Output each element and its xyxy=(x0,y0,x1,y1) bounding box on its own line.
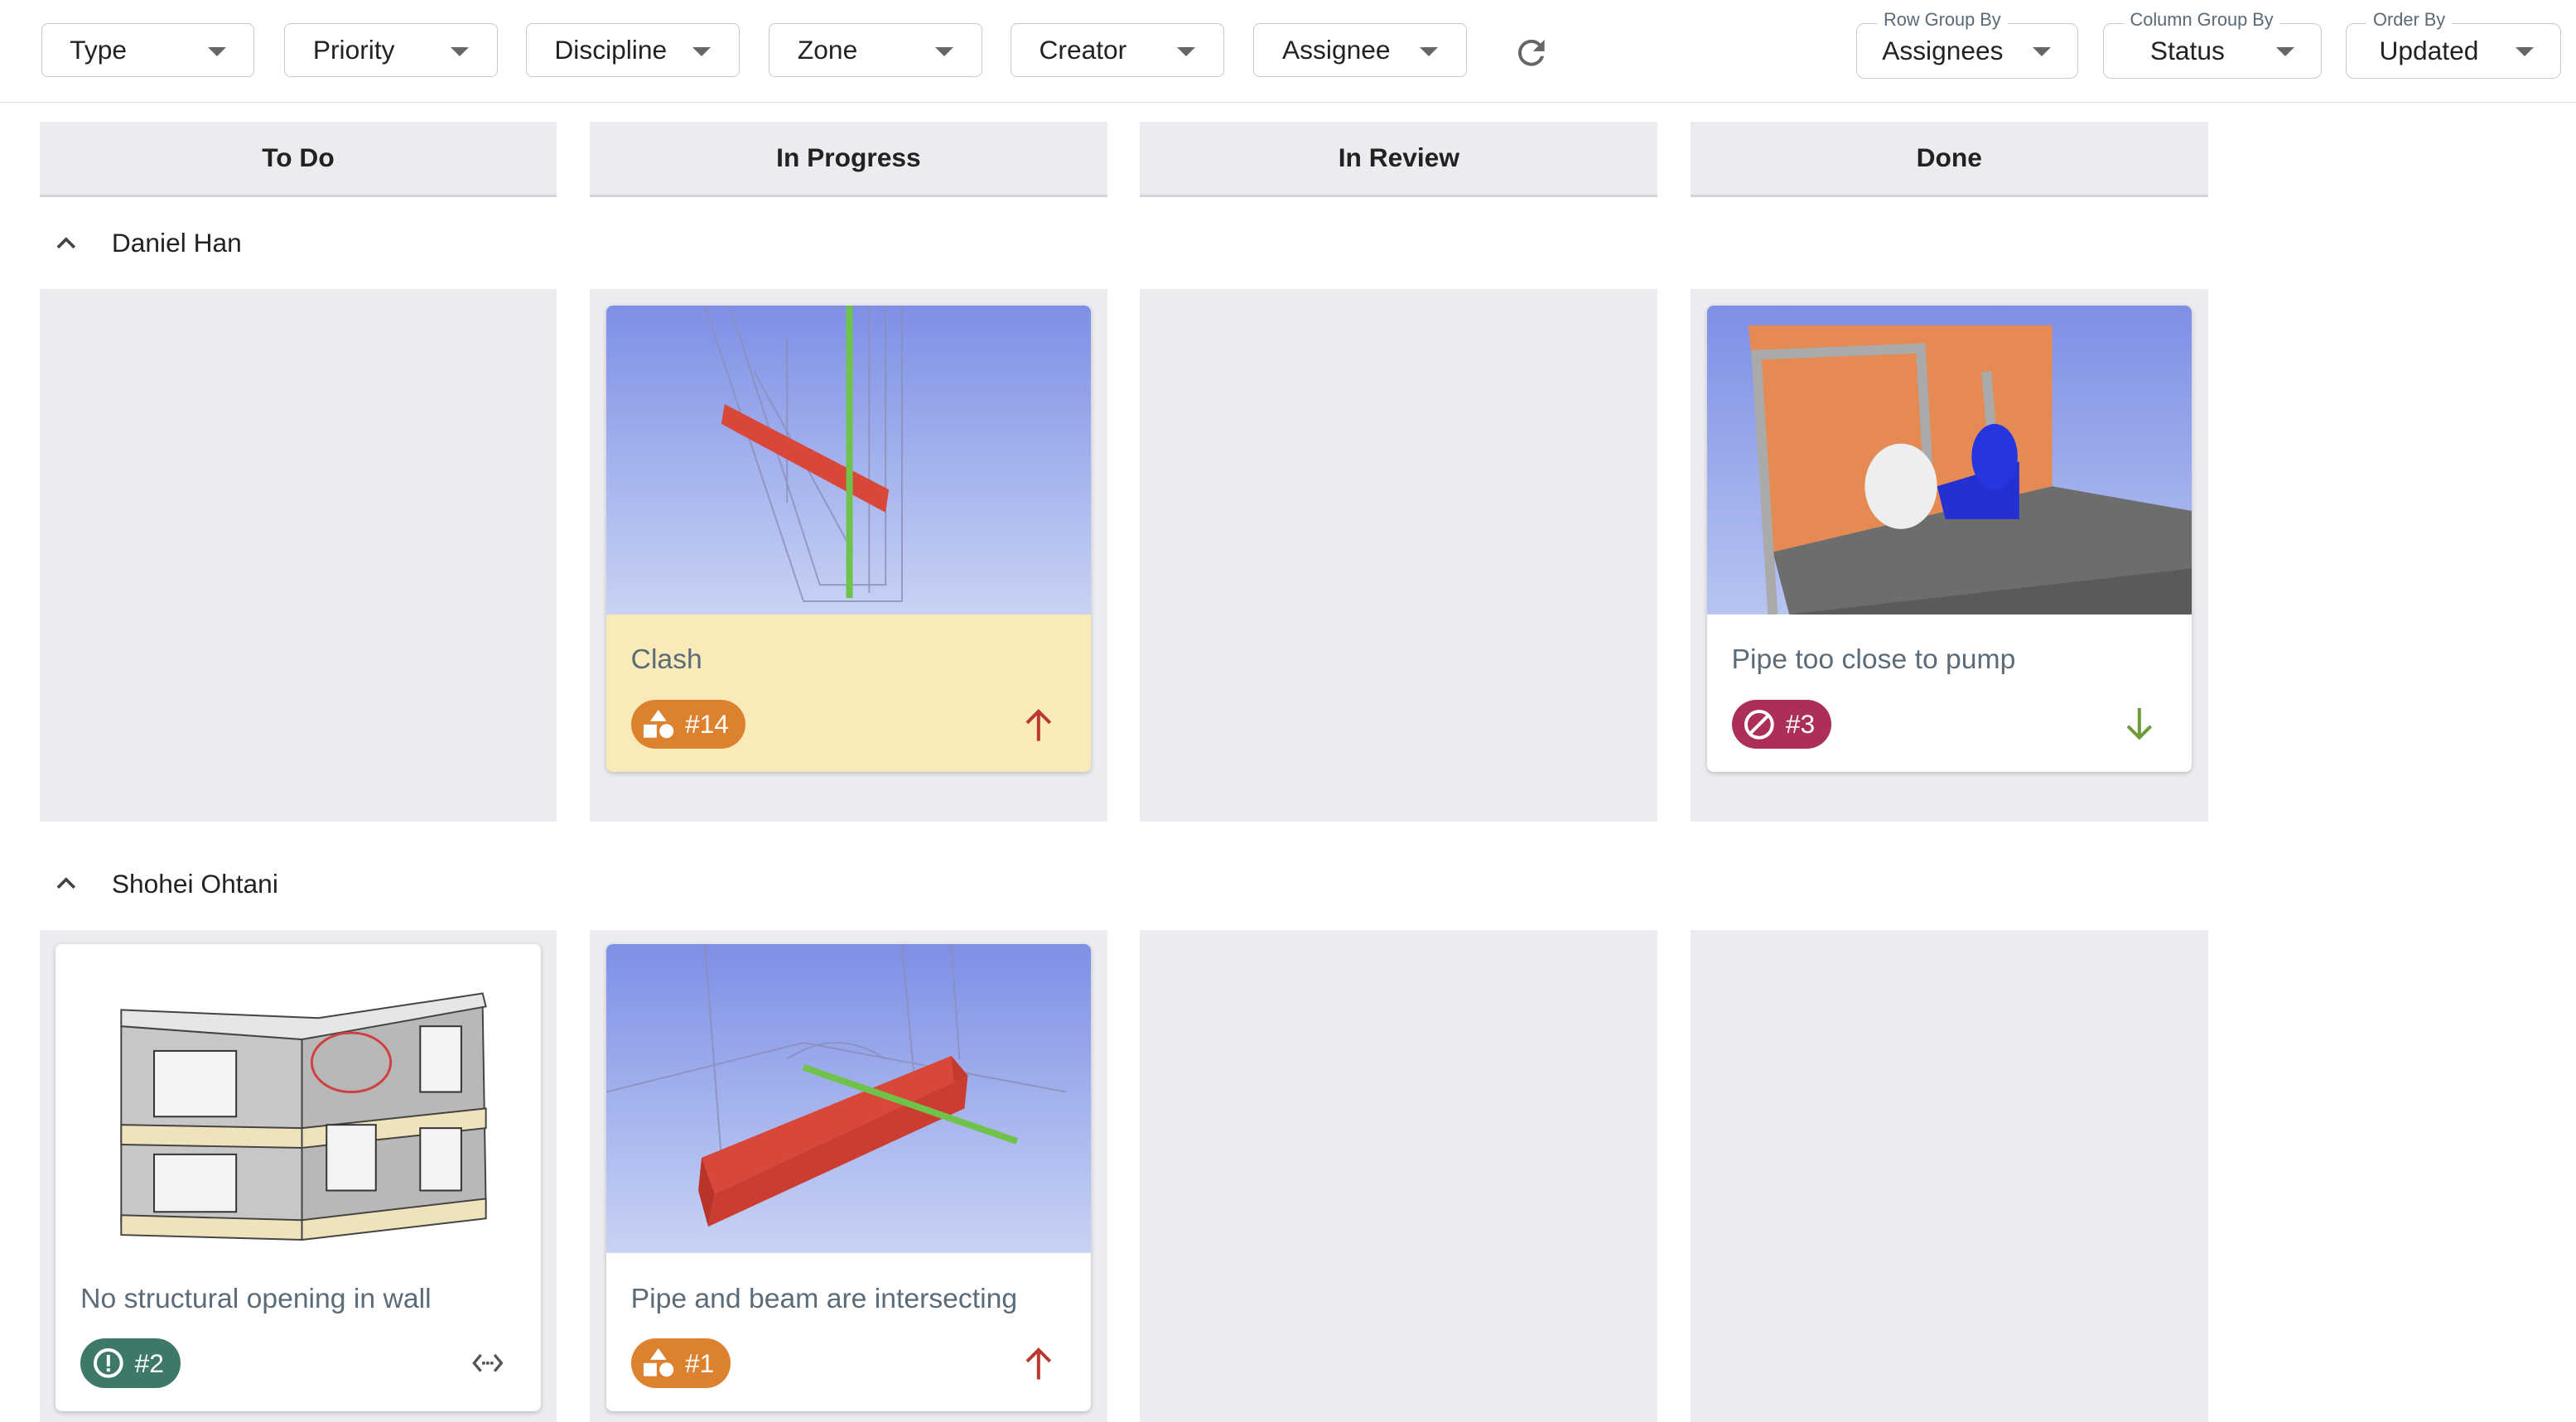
issue-card[interactable]: Pipe too close to pump #3 xyxy=(1706,305,2192,773)
chevron-up-icon xyxy=(56,877,75,889)
type-filter[interactable]: Type xyxy=(41,22,255,78)
issue-thumbnail xyxy=(605,305,1091,615)
group-name: Shohei Ohtani xyxy=(111,868,278,899)
priority-medium-icon xyxy=(472,1354,504,1373)
lane-todo xyxy=(39,289,557,822)
order-by-select[interactable]: Order By Updated xyxy=(2346,8,2562,80)
issue-number-badge: #1 xyxy=(630,1338,731,1388)
caret-down-icon xyxy=(2516,46,2535,56)
chevron-up-icon xyxy=(56,237,75,248)
issue-card[interactable]: Clash #14 xyxy=(605,305,1091,773)
caret-down-icon xyxy=(207,46,226,56)
column-header-in-review: In Review xyxy=(1140,121,1658,197)
issue-number-badge: #3 xyxy=(1731,699,1832,750)
issue-thumbnail xyxy=(1706,305,2192,615)
issue-thumbnail xyxy=(605,944,1091,1254)
group-name: Daniel Han xyxy=(111,228,242,258)
discipline-filter[interactable]: Discipline xyxy=(525,22,740,78)
issue-number-badge: #14 xyxy=(630,699,745,750)
shapes-icon xyxy=(644,709,674,739)
alert-icon xyxy=(94,1348,123,1379)
zone-filter[interactable]: Zone xyxy=(769,22,983,78)
priority-high-arrow-up-icon xyxy=(1025,1347,1051,1381)
priority-high-arrow-up-icon xyxy=(1025,708,1051,741)
caret-down-icon xyxy=(451,46,470,56)
column-header-done: Done xyxy=(1690,121,2208,197)
row-group-by-select[interactable]: Row Group By Assignees xyxy=(1856,8,2078,80)
caret-down-icon xyxy=(2033,46,2052,56)
group-toggle-daniel-han[interactable]: Daniel Han xyxy=(50,227,242,260)
group-toggle-shohei-ohtani[interactable]: Shohei Ohtani xyxy=(50,867,278,900)
assignee-filter[interactable]: Assignee xyxy=(1253,22,1468,78)
lane-in-review xyxy=(1140,289,1658,822)
caret-down-icon xyxy=(935,46,954,56)
issue-number-badge: #2 xyxy=(80,1338,181,1388)
column-group-by-select[interactable]: Column Group By Status xyxy=(2102,8,2322,80)
caret-down-icon xyxy=(692,46,711,56)
priority-filter[interactable]: Priority xyxy=(284,22,498,78)
column-header-todo: To Do xyxy=(39,121,557,197)
issue-card[interactable]: Pipe and beam are intersecting #1 xyxy=(605,944,1091,1411)
shapes-icon xyxy=(644,1348,674,1377)
column-header-in-progress: In Progress xyxy=(590,121,1107,197)
lane-in-review xyxy=(1140,929,1658,1422)
caret-down-icon xyxy=(1420,46,1439,56)
refresh-icon[interactable] xyxy=(1512,33,1551,73)
creator-filter[interactable]: Creator xyxy=(1010,22,1224,78)
lane-done xyxy=(1690,929,2208,1422)
issue-card[interactable]: No structural opening in wall #2 xyxy=(55,944,541,1411)
caret-down-icon xyxy=(2275,46,2294,56)
blocked-icon xyxy=(1744,709,1775,740)
issue-thumbnail xyxy=(55,944,541,1254)
caret-down-icon xyxy=(1176,46,1195,56)
toolbar: Type Priority Discipline Zone Creator As… xyxy=(0,0,2576,103)
priority-low-arrow-down-icon xyxy=(2126,707,2152,740)
